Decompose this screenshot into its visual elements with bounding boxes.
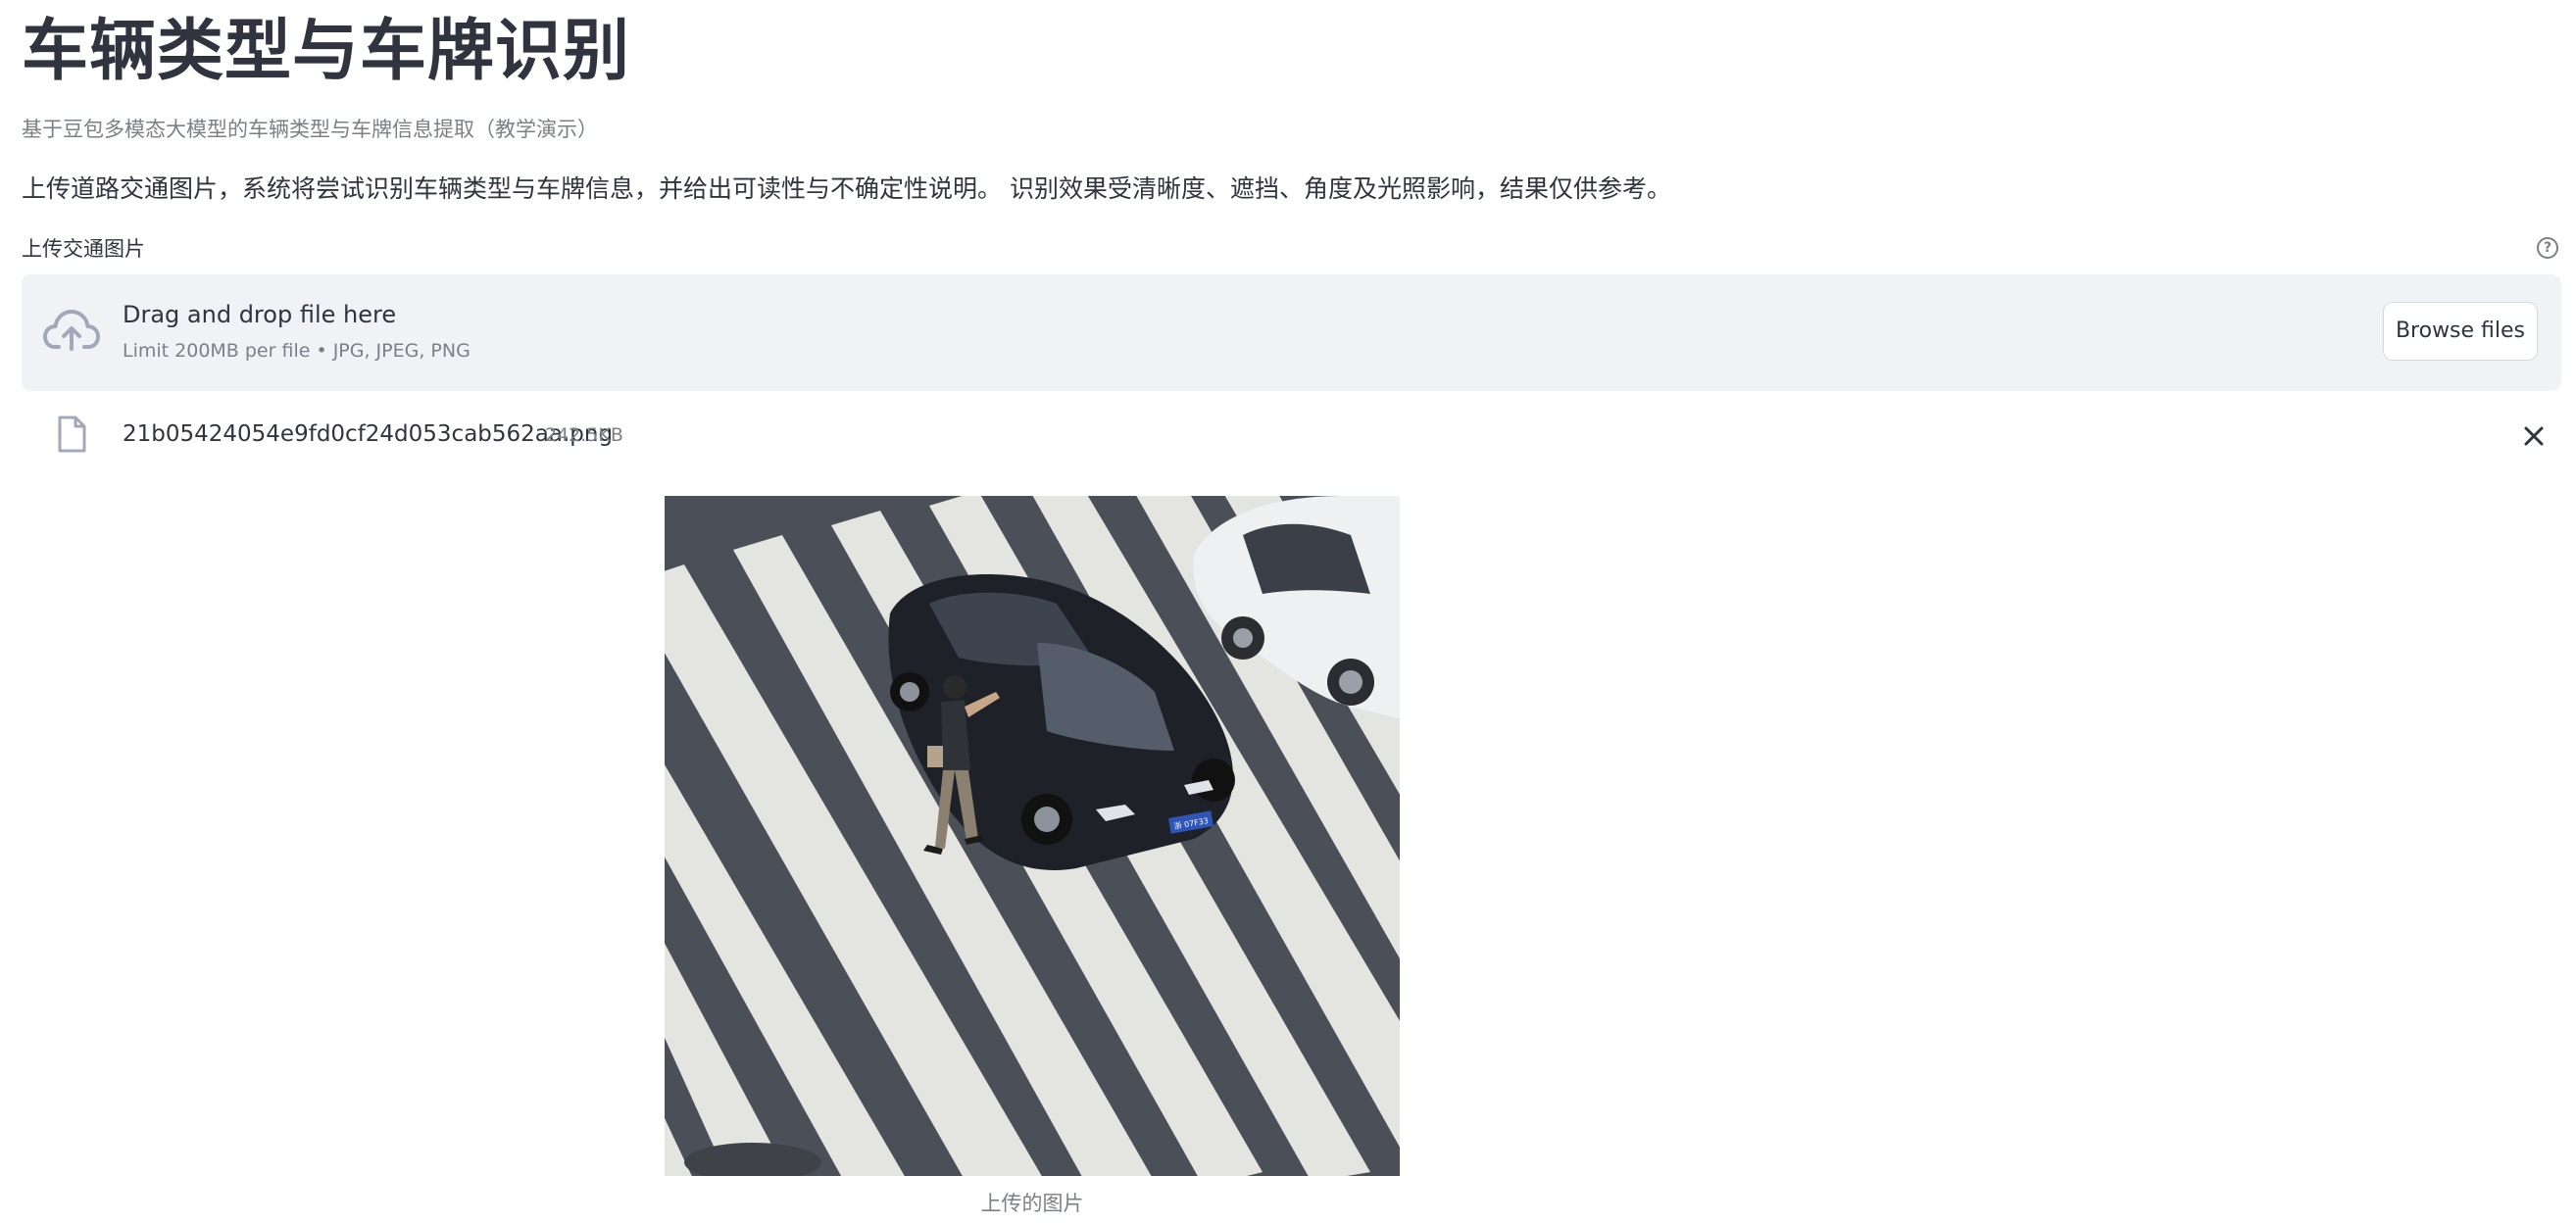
image-caption: 上传的图片 xyxy=(980,1192,1084,1215)
question-circle-icon[interactable]: ? xyxy=(2537,237,2558,259)
uploaded-file-size: 242.5KB xyxy=(545,424,623,446)
uploader-label: 上传交通图片 xyxy=(22,237,145,261)
uploaded-file-row: 21b05424054e9fd0cf24d053cab562aa.png 242… xyxy=(22,402,2561,470)
page-title: 车辆类型与车牌识别 xyxy=(22,13,631,90)
page-subtitle: 基于豆包多模态大模型的车辆类型与车牌信息提取（教学演示） xyxy=(22,118,598,141)
close-icon xyxy=(2524,426,2544,446)
uploaded-file-name: 21b05424054e9fd0cf24d053cab562aa.png xyxy=(123,421,614,447)
file-icon xyxy=(58,416,86,453)
street-crossing-photo: 浙 07F33 xyxy=(665,496,1400,1176)
intro-text: 上传道路交通图片，系统将尝试识别车辆类型与车牌信息，并给出可读性与不确定性说明。… xyxy=(22,174,1671,203)
cloud-upload-icon xyxy=(43,310,100,351)
browse-files-button[interactable]: Browse files xyxy=(2383,302,2538,361)
remove-file-button[interactable] xyxy=(2519,421,2549,451)
dropzone-title: Drag and drop file here xyxy=(123,301,397,328)
app-main: 车辆类型与车牌识别 基于豆包多模态大模型的车辆类型与车牌信息提取（教学演示） 上… xyxy=(22,0,2562,1225)
uploaded-image-preview: 浙 07F33 xyxy=(665,496,1400,1176)
dropzone-limit-text: Limit 200MB per file • JPG, JPEG, PNG xyxy=(123,340,471,362)
file-dropzone[interactable]: Drag and drop file here Limit 200MB per … xyxy=(22,274,2561,391)
